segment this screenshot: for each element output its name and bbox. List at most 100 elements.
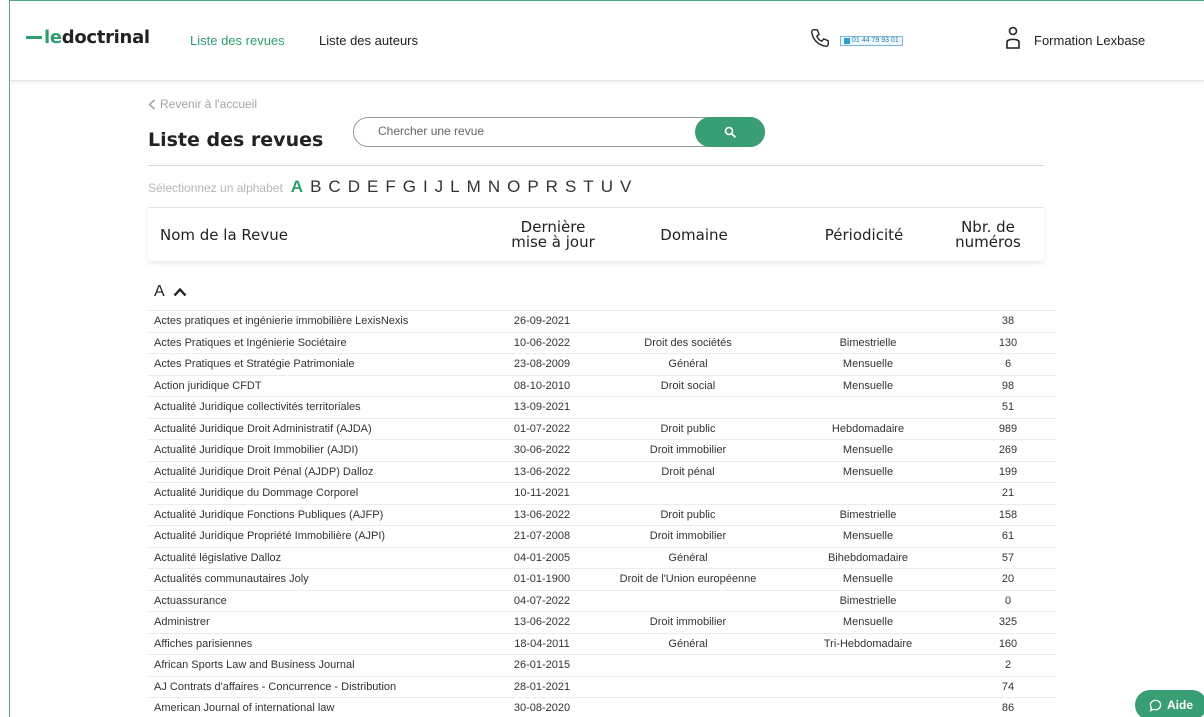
table-row[interactable]: AJ Contrats d'affaires - Concurrence - D…	[148, 675, 1056, 698]
periodicity-cell: Bihebdomadaire	[827, 551, 909, 564]
table-row[interactable]: Actuassurance 04-07-2022 Bimestrielle 0	[148, 589, 1056, 612]
alphabet-letter-g[interactable]: G	[403, 177, 416, 197]
alphabet-letter-p[interactable]: P	[527, 177, 538, 197]
issue-count-cell: 160	[998, 637, 1018, 650]
table-row[interactable]: Actes Pratiques et Ingénierie Sociétaire…	[148, 331, 1056, 354]
alphabet-letter-e[interactable]: E	[367, 177, 378, 197]
column-header-domain[interactable]: Domaine	[634, 228, 754, 243]
periodicity-cell: Mensuelle	[842, 573, 894, 585]
nav-liste-auteurs[interactable]: Liste des auteurs	[319, 33, 418, 48]
revue-name-cell[interactable]: Actualité législative Dalloz	[154, 552, 281, 564]
column-header-name[interactable]: Nom de la Revue	[160, 228, 288, 243]
column-header-date[interactable]: Dernière mise à jour	[493, 220, 613, 250]
table-row[interactable]: Action juridique CFDT 08-10-2010 Droit soc…	[148, 374, 1056, 397]
column-header-periodicity[interactable]: Périodicité	[804, 228, 924, 243]
table-row[interactable]: Actes Pratiques et Stratégie Patrimonial…	[148, 353, 1056, 375]
table-row[interactable]: Administrer 13-06-2022 Droit immobilier Men…	[148, 611, 1056, 633]
alphabet-letter-u[interactable]: U	[601, 177, 613, 197]
help-button[interactable]: Aide	[1135, 690, 1204, 717]
alphabet-letter-d[interactable]: D	[348, 177, 360, 197]
revue-name-cell[interactable]: Actualité Juridique Droit Administratif …	[154, 423, 372, 435]
user-name[interactable]: Formation Lexbase	[1034, 33, 1145, 48]
alphabet-filter: Sélectionnez un alphabet A B C D E F G I…	[148, 177, 638, 197]
table-row[interactable]: Actualité Juridique du Dommage Corporel 1…	[148, 482, 1056, 504]
alphabet-letter-t[interactable]: T	[583, 177, 593, 197]
alphabet-letter-f[interactable]: F	[385, 177, 395, 197]
table-row[interactable]: Actualités communautaires Joly 01-01-1900…	[148, 568, 1056, 590]
table-row[interactable]: Affiches parisiennes 18-04-2011 Général Tri…	[148, 632, 1056, 655]
table-row[interactable]: Actualité Juridique Propriété Immobilièr…	[148, 525, 1056, 547]
revue-name-cell[interactable]: American Journal of international law	[154, 702, 334, 714]
revue-name-cell[interactable]: Actualité Juridique Propriété Immobilièr…	[154, 530, 385, 542]
chat-bubble-icon	[1149, 699, 1162, 712]
alphabet-letter-r[interactable]: R	[546, 177, 558, 197]
revue-name-cell[interactable]: Actes pratiques et ingénierie immobilièr…	[154, 315, 408, 327]
alphabet-letter-o[interactable]: O	[507, 177, 520, 197]
issue-count-cell: 6	[1004, 358, 1012, 370]
revue-name-cell[interactable]: Actualité Juridique du Dommage Corporel	[154, 487, 358, 499]
revue-name-cell[interactable]: Actualité Juridique Droit Immobilier (AJ…	[154, 444, 358, 456]
logo-prefix: le	[44, 27, 62, 48]
nav-liste-revues[interactable]: Liste des revues	[190, 33, 285, 48]
column-header-count-line2: numéros	[955, 233, 1021, 251]
periodicity-cell: Mensuelle	[842, 530, 894, 542]
revue-name-cell[interactable]: Action juridique CFDT	[154, 380, 262, 392]
table-row[interactable]: Actualité législative Dalloz 04-01-2005 Gé…	[148, 546, 1056, 569]
revue-name-cell[interactable]: Actes Pratiques et Stratégie Patrimonial…	[154, 358, 355, 370]
alphabet-letter-n[interactable]: N	[488, 177, 500, 197]
revue-name-cell[interactable]: Administrer	[154, 616, 210, 628]
search-input[interactable]	[378, 124, 678, 138]
logo-dash	[26, 36, 42, 39]
table-row[interactable]: Actes pratiques et ingénierie immobilièr…	[148, 310, 1056, 332]
periodicity-cell: Mensuelle	[842, 616, 894, 628]
table-row[interactable]: Actualité Juridique collectivités territ…	[148, 396, 1056, 418]
domain-cell: Droit des sociétés	[644, 336, 732, 349]
issue-count-cell: 57	[1001, 551, 1015, 564]
revue-name-cell[interactable]: Actualité Juridique Fonctions Publiques …	[154, 509, 383, 521]
help-button-label: Aide	[1166, 698, 1193, 712]
alphabet-letter-i[interactable]: I	[423, 177, 428, 197]
table-body: Actes pratiques et ingénierie immobilièr…	[148, 310, 1056, 717]
revue-name-cell[interactable]: AJ Contrats d'affaires - Concurrence - D…	[154, 681, 396, 693]
search-button[interactable]	[695, 117, 765, 147]
user-icon[interactable]	[1005, 26, 1021, 50]
top-header: le doctrinal Liste des revues Liste des …	[10, 1, 1204, 81]
last-update-cell: 13-09-2021	[513, 401, 571, 413]
table-row[interactable]: Actualité Juridique Droit Administratif …	[148, 417, 1056, 440]
alphabet-letter-v[interactable]: V	[620, 177, 631, 197]
table-row[interactable]: Actualité Juridique Fonctions Publiques …	[148, 503, 1056, 526]
revue-name-cell[interactable]: Affiches parisiennes	[154, 638, 252, 650]
alphabet-letter-m[interactable]: M	[467, 177, 481, 197]
page-title: Liste des revues	[148, 129, 324, 151]
column-header-count[interactable]: Nbr. de numéros	[943, 220, 1033, 250]
app-frame: le doctrinal Liste des revues Liste des …	[9, 0, 1204, 717]
revue-name-cell[interactable]: Actualité Juridique Droit Pénal (AJDP) D…	[154, 466, 373, 478]
table-row[interactable]: American Journal of international law 30-…	[148, 697, 1056, 717]
alphabet-letter-j[interactable]: J	[435, 177, 444, 197]
alphabet-letter-l[interactable]: L	[450, 177, 459, 197]
logo[interactable]: le doctrinal	[26, 27, 150, 48]
back-to-home-link[interactable]: Revenir à l'accueil	[148, 97, 257, 111]
periodicity-cell: Bimestrielle	[839, 508, 897, 521]
issue-count-cell: 0	[1004, 594, 1012, 607]
revue-name-cell[interactable]: Actes Pratiques et Ingénierie Sociétaire	[154, 337, 347, 349]
section-header[interactable]: A	[154, 283, 187, 301]
revue-name-cell[interactable]: Actuassurance	[154, 595, 227, 607]
periodicity-cell: Tri-Hebdomadaire	[823, 637, 913, 650]
alphabet-label: Sélectionnez un alphabet	[148, 181, 283, 195]
alphabet-letter-a[interactable]: A	[291, 177, 303, 197]
periodicity-cell: Hebdomadaire	[831, 422, 905, 435]
issue-count-cell: 325	[998, 616, 1018, 628]
table-row[interactable]: Actualité Juridique Droit Pénal (AJDP) D…	[148, 460, 1056, 483]
revue-name-cell[interactable]: African Sports Law and Business Journal	[154, 659, 355, 671]
alphabet-letter-s[interactable]: S	[565, 177, 576, 197]
revue-name-cell[interactable]: Actualité Juridique collectivités territ…	[154, 401, 361, 413]
phone-number-badge[interactable]: 01 44 79 93 01	[840, 36, 903, 46]
table-row[interactable]: Actualité Juridique Droit Immobilier (AJ…	[148, 439, 1056, 461]
issue-count-cell: 2	[1004, 659, 1012, 671]
revue-name-cell[interactable]: Actualités communautaires Joly	[154, 573, 309, 585]
alphabet-letter-b[interactable]: B	[310, 177, 321, 197]
column-header-date-line2: mise à jour	[511, 233, 595, 251]
table-row[interactable]: African Sports Law and Business Journal 2…	[148, 654, 1056, 676]
alphabet-letter-c[interactable]: C	[328, 177, 340, 197]
